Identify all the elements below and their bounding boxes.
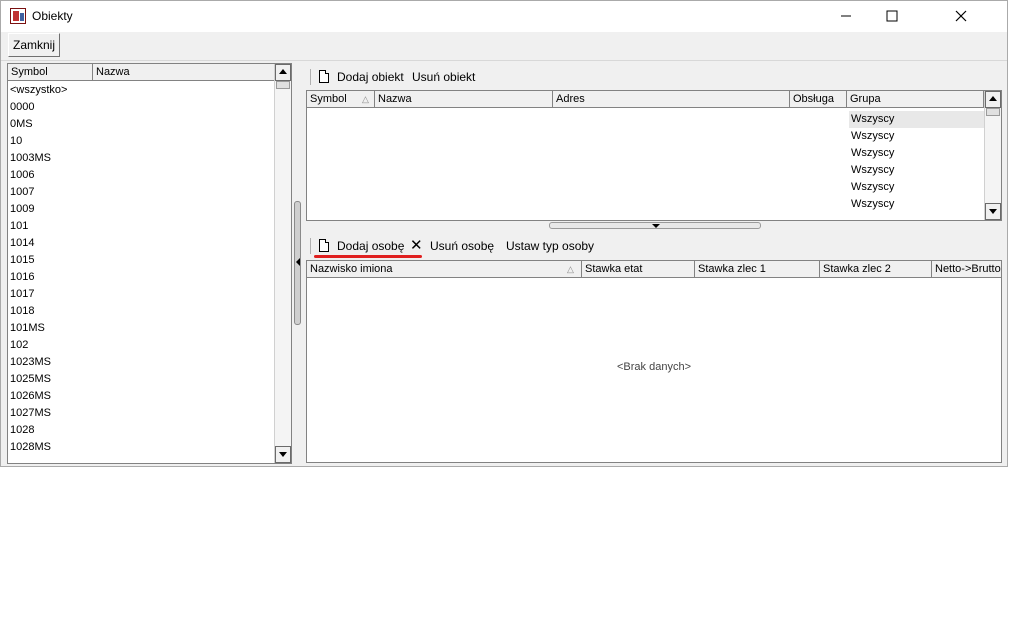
close-button[interactable]: Zamknij xyxy=(8,33,60,57)
table-row[interactable]: Wszyscy xyxy=(849,179,894,196)
list-item[interactable]: 1006 xyxy=(8,167,274,184)
remove-object-button[interactable]: Usuń obiekt xyxy=(412,65,475,89)
list-item[interactable]: 1014 xyxy=(8,235,274,252)
table-row[interactable]: Wszyscy xyxy=(849,128,894,145)
arrow-up-icon xyxy=(279,69,287,74)
column-header-rate-fulltime[interactable]: Stawka etat xyxy=(582,261,695,278)
column-header-full-name[interactable]: Nazwisko imiona △ xyxy=(307,261,582,278)
list-item[interactable]: 1018 xyxy=(8,303,274,320)
list-item[interactable]: 1028MS xyxy=(8,439,274,456)
sort-asc-icon: △ xyxy=(567,264,574,274)
close-icon xyxy=(955,10,967,22)
sort-asc-icon: △ xyxy=(362,94,369,104)
column-header-service[interactable]: Obsługa xyxy=(790,91,847,108)
list-item[interactable]: 1025MS xyxy=(8,371,274,388)
list-item[interactable]: 1027MS xyxy=(8,405,274,422)
minimize-icon xyxy=(841,15,851,17)
list-item[interactable]: 1009 xyxy=(8,201,274,218)
objects-scrollbar[interactable] xyxy=(984,91,1001,220)
list-item[interactable]: 0MS xyxy=(8,116,274,133)
table-row[interactable]: Wszyscy xyxy=(849,162,894,179)
list-item[interactable]: 1017 xyxy=(8,286,274,303)
highlight-underline xyxy=(314,255,422,258)
arrow-down-icon xyxy=(279,452,287,457)
list-item[interactable]: 1007 xyxy=(8,184,274,201)
maximize-button[interactable] xyxy=(869,1,915,32)
main-toolbar: Zamknij xyxy=(1,32,1007,60)
objects-grid[interactable]: Symbol △ Nazwa Adres Obsługa Grupa Wszysc… xyxy=(306,90,1002,221)
chevron-left-icon[interactable] xyxy=(296,258,300,266)
list-item[interactable]: 1015 xyxy=(8,252,274,269)
list-item[interactable]: 1026MS xyxy=(8,388,274,405)
scroll-up-button[interactable] xyxy=(275,64,291,81)
column-header-symbol[interactable]: Symbol xyxy=(8,64,93,81)
app-icon xyxy=(10,8,26,24)
list-item[interactable]: 101 xyxy=(8,218,274,235)
symbol-rows: <wszystko> 0000 0MS 10 1003MS 1006 1007 … xyxy=(8,82,274,456)
list-item[interactable]: 1016 xyxy=(8,269,274,286)
column-header-address[interactable]: Adres xyxy=(553,91,790,108)
new-document-icon xyxy=(319,70,329,83)
title-bar: Obiekty xyxy=(1,1,1007,32)
column-header-symbol[interactable]: Symbol △ xyxy=(307,91,375,108)
header-label: Symbol xyxy=(310,93,347,105)
list-item[interactable]: 1028 xyxy=(8,422,274,439)
list-item[interactable]: 102 xyxy=(8,337,274,354)
arrow-down-icon xyxy=(989,209,997,214)
new-document-icon xyxy=(319,239,329,252)
table-row[interactable]: Wszyscy xyxy=(849,145,894,162)
add-object-button[interactable]: Dodaj obiekt xyxy=(337,65,404,89)
remove-person-button[interactable]: Usuń osobę xyxy=(430,234,494,258)
delete-icon: ✕ xyxy=(410,237,423,254)
list-item[interactable]: 1003MS xyxy=(8,150,274,167)
table-row[interactable]: Wszyscy xyxy=(849,196,894,213)
left-list-scrollbar[interactable] xyxy=(274,64,291,463)
list-item[interactable]: 101MS xyxy=(8,320,274,337)
maximize-icon xyxy=(886,10,898,22)
symbol-list[interactable]: Symbol Nazwa <wszystko> 0000 0MS 10 1003… xyxy=(7,63,292,464)
minimize-button[interactable] xyxy=(823,1,869,32)
list-item[interactable]: 0000 xyxy=(8,99,274,116)
toolbar-grip xyxy=(310,69,311,85)
scroll-down-button[interactable] xyxy=(985,203,1001,220)
column-header-rate-contract-1[interactable]: Stawka zlec 1 xyxy=(695,261,820,278)
toolbar-grip xyxy=(310,238,311,254)
persons-grid[interactable]: Nazwisko imiona △ Stawka etat Stawka zlec… xyxy=(306,260,1002,463)
main-window: Obiekty Zamknij Symbol Nazwa <wszystko> … xyxy=(0,0,1008,467)
scroll-thumb[interactable] xyxy=(986,108,1000,116)
objects-toolbar: Dodaj obiekt Usuń obiekt xyxy=(307,65,1001,89)
list-item[interactable]: 10 xyxy=(8,133,274,150)
column-header-name[interactable]: Nazwa xyxy=(93,64,275,81)
column-header-rate-contract-2[interactable]: Stawka zlec 2 xyxy=(820,261,932,278)
list-item[interactable]: <wszystko> xyxy=(8,82,274,99)
column-header-net-gross[interactable]: Netto->Brutto xyxy=(932,261,1001,278)
close-window-button[interactable] xyxy=(915,1,1007,32)
empty-state-text: <Brak danych> xyxy=(617,361,691,373)
scroll-down-button[interactable] xyxy=(275,446,291,463)
list-item[interactable]: 1023MS xyxy=(8,354,274,371)
scroll-thumb[interactable] xyxy=(276,81,290,89)
table-row[interactable]: Wszyscy xyxy=(849,111,986,128)
column-header-name[interactable]: Nazwa xyxy=(375,91,553,108)
header-label: Nazwisko imiona xyxy=(310,263,393,275)
column-header-group[interactable]: Grupa xyxy=(847,91,984,108)
chevron-down-icon[interactable] xyxy=(652,224,660,228)
window-title: Obiekty xyxy=(32,9,73,23)
scroll-up-button[interactable] xyxy=(985,91,1001,108)
toolbar-divider xyxy=(1,60,1007,61)
set-person-type-button[interactable]: Ustaw typ osoby xyxy=(506,234,594,258)
arrow-up-icon xyxy=(989,96,997,101)
